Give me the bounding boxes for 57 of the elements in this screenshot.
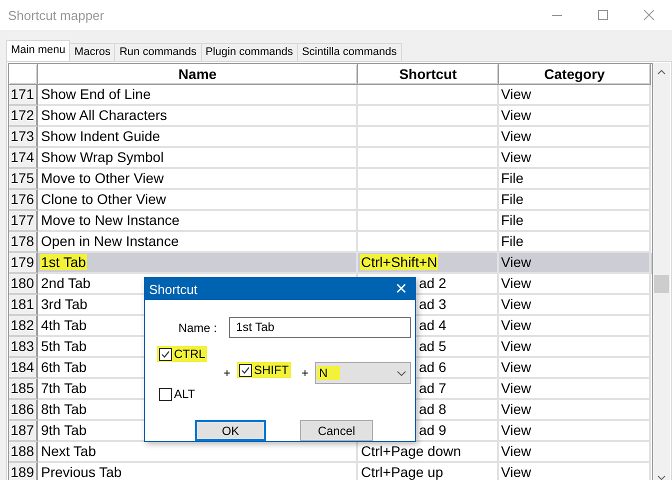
row-number: 189 bbox=[9, 463, 38, 480]
cancel-button[interactable]: Cancel bbox=[300, 420, 373, 441]
table-row[interactable]: 172 Show All Characters View bbox=[9, 106, 652, 127]
modifier-checkbox[interactable]: ALT bbox=[157, 386, 198, 402]
table-row[interactable]: 177 Move to New Instance File bbox=[9, 211, 652, 232]
dialog-title: Shortcut bbox=[149, 282, 198, 296]
row-number: 172 bbox=[9, 106, 38, 127]
scroll-up-icon[interactable] bbox=[657, 69, 666, 75]
name-label: Name : bbox=[178, 320, 217, 334]
window-title: Shortcut mapper bbox=[8, 8, 106, 22]
tab[interactable]: Scintilla commands bbox=[296, 43, 402, 61]
checkmark-icon bbox=[241, 366, 250, 374]
table-row[interactable]: 176 Clone to Other View File bbox=[9, 190, 652, 211]
table-cell: Ctrl+Page up bbox=[358, 463, 499, 480]
row-number: 173 bbox=[9, 127, 38, 148]
name-field[interactable]: 1st Tab bbox=[229, 317, 411, 338]
table-row[interactable]: 171 Show End of Line View bbox=[9, 85, 652, 106]
row-number: 177 bbox=[9, 211, 38, 232]
scrollbar[interactable] bbox=[653, 63, 670, 480]
row-number: 179 bbox=[9, 253, 38, 274]
column-header[interactable]: Shortcut bbox=[358, 64, 499, 85]
row-number: 185 bbox=[9, 379, 38, 400]
row-number: 178 bbox=[9, 232, 38, 253]
table-cell: View bbox=[499, 463, 651, 480]
row-number: 180 bbox=[9, 274, 38, 295]
row-number: 188 bbox=[9, 442, 38, 463]
table-cell: Previous Tab bbox=[38, 463, 358, 480]
scroll-down-icon[interactable] bbox=[657, 475, 666, 480]
table-row[interactable]: 173 Show Indent Guide View bbox=[9, 127, 652, 148]
row-number: 175 bbox=[9, 169, 38, 190]
row-number: 186 bbox=[9, 400, 38, 421]
row-number: 171 bbox=[9, 85, 38, 106]
ok-button[interactable]: OK bbox=[195, 420, 266, 441]
row-number: 182 bbox=[9, 316, 38, 337]
plus-sign: + bbox=[222, 366, 232, 380]
scroll-thumb[interactable] bbox=[654, 275, 669, 293]
table-row[interactable]: 179 1st Tab Ctrl+Shift+N View bbox=[9, 253, 652, 274]
plus-sign: + bbox=[300, 366, 310, 380]
column-header[interactable]: Name bbox=[38, 64, 358, 85]
tab[interactable]: Main menu bbox=[6, 40, 70, 61]
table-row[interactable]: 188 Next Tab Ctrl+Page down View bbox=[9, 442, 652, 463]
row-number: 181 bbox=[9, 295, 38, 316]
table-row[interactable]: 178 Open in New Instance File bbox=[9, 232, 652, 253]
row-number: 184 bbox=[9, 358, 38, 379]
row-number: 176 bbox=[9, 190, 38, 211]
row-number: 187 bbox=[9, 421, 38, 442]
modifier-checkbox[interactable]: CTRL bbox=[157, 346, 208, 362]
chevron-down-icon bbox=[397, 370, 406, 376]
column-header[interactable]: Category bbox=[499, 64, 651, 85]
checkmark-icon bbox=[161, 350, 170, 358]
row-number: 183 bbox=[9, 337, 38, 358]
modifier-checkbox[interactable]: SHIFT bbox=[237, 362, 291, 378]
table-row[interactable]: 174 Show Wrap Symbol View bbox=[9, 148, 652, 169]
key-dropdown[interactable]: N bbox=[315, 362, 411, 384]
table-row[interactable]: 189 Previous Tab Ctrl+Page up View bbox=[9, 463, 652, 480]
table-row[interactable]: 175 Move to Other View File bbox=[9, 169, 652, 190]
row-number: 174 bbox=[9, 148, 38, 169]
